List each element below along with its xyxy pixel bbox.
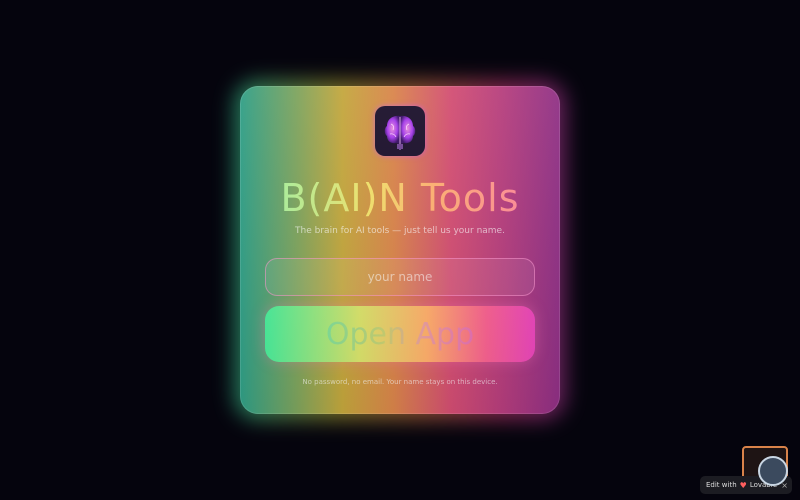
- brain-icon: [384, 115, 416, 150]
- heart-icon: ♥: [739, 480, 747, 490]
- app-subtitle: The brain for AI tools — just tell us yo…: [295, 226, 505, 236]
- badge-text: Edit with: [706, 481, 737, 489]
- assistant-bubble-icon[interactable]: [758, 456, 788, 486]
- open-app-label: Open App: [325, 316, 475, 352]
- name-input[interactable]: [265, 258, 535, 296]
- login-card: B(AI)N Tools The brain for AI tools — ju…: [240, 86, 560, 414]
- open-app-button[interactable]: Open App: [265, 306, 535, 362]
- login-page: B(AI)N Tools The brain for AI tools — ju…: [0, 0, 800, 500]
- privacy-note: No password, no email. Your name stays o…: [302, 378, 498, 386]
- app-title: B(AI)N Tools: [240, 176, 560, 220]
- app-logo: [375, 106, 425, 156]
